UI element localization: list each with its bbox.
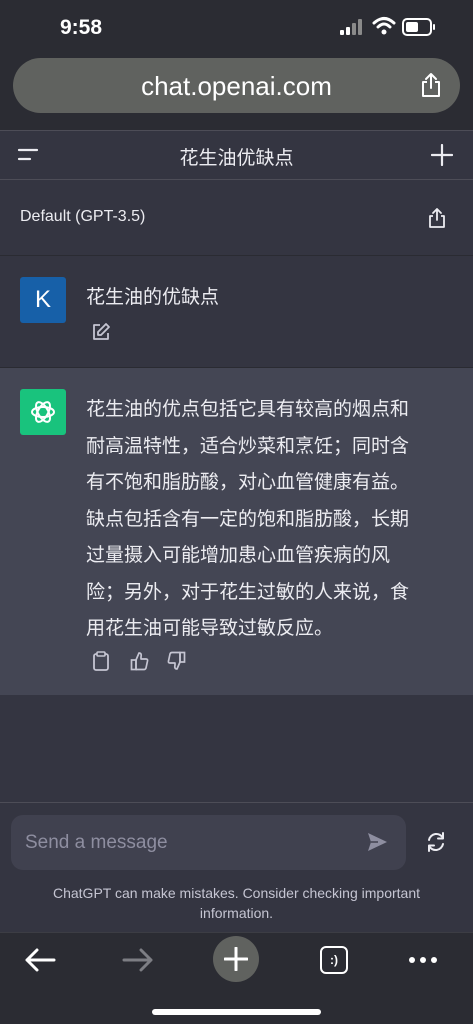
thumbs-down-icon[interactable] bbox=[166, 651, 186, 671]
browser-toolbar: chat.openai.com bbox=[0, 56, 473, 130]
message-line: 过量摄入可能增加患心血管疾病的风 bbox=[86, 545, 391, 566]
battery-icon bbox=[402, 18, 436, 36]
user-message-text: 花生油的优缺点 bbox=[86, 287, 220, 308]
url-text: chat.openai.com bbox=[141, 71, 332, 101]
arrow-right-icon[interactable] bbox=[122, 947, 154, 973]
message-input[interactable] bbox=[25, 829, 345, 857]
message-line: 耐高温特性，适合炒菜和烹饪；同时含 bbox=[86, 435, 410, 457]
share-icon[interactable] bbox=[420, 72, 442, 98]
home-indicator bbox=[152, 1009, 321, 1015]
thumbs-up-icon[interactable] bbox=[130, 651, 150, 671]
status-bar: 9:58 bbox=[0, 0, 473, 56]
tabs-button[interactable]: :) bbox=[320, 946, 348, 974]
disclaimer-text: ChatGPT can make mistakes. Consider chec… bbox=[52, 885, 420, 921]
chatgpt-logo-icon bbox=[20, 389, 66, 435]
plus-icon bbox=[224, 947, 248, 971]
address-bar[interactable]: chat.openai.com bbox=[13, 58, 460, 113]
assistant-message-text: 花生油的优点包括它具有较高的烟点和 耐高温特性，适合炒菜和烹饪；同时含 有不饱和… bbox=[86, 392, 446, 648]
arrow-left-icon[interactable] bbox=[24, 947, 56, 973]
composer-area: ChatGPT can make mistakes. Consider chec… bbox=[0, 802, 473, 932]
message-line: 有不饱和脂肪酸，对心血管健康有益。 bbox=[86, 472, 410, 493]
status-time: 9:58 bbox=[60, 16, 103, 39]
new-tab-button[interactable] bbox=[213, 936, 259, 982]
avatar: K bbox=[20, 277, 66, 323]
message-line: 缺点包括含有一定的饱和脂肪酸，长期 bbox=[86, 508, 410, 530]
chat-header: 花生油优缺点 bbox=[0, 130, 473, 180]
clipboard-icon[interactable] bbox=[92, 651, 110, 671]
edit-icon[interactable] bbox=[91, 322, 111, 342]
chat-title: 花生油优缺点 bbox=[179, 148, 294, 169]
cellular-signal-icon bbox=[340, 19, 366, 35]
message-line: 险；另外，对于花生过敏的人来说，食 bbox=[86, 581, 410, 603]
message-line: 花生油的优点包括它具有较高的烟点和 bbox=[86, 399, 410, 420]
model-info-row: Default (GPT-3.5) bbox=[0, 180, 473, 256]
user-message: K 花生油的优缺点 bbox=[0, 256, 473, 368]
plus-icon[interactable] bbox=[431, 144, 453, 166]
message-line: 用花生油可能导致过敏反应。 bbox=[86, 618, 334, 639]
wifi-icon bbox=[372, 16, 396, 36]
assistant-message: 花生油的优点包括它具有较高的烟点和 耐高温特性，适合炒菜和烹饪；同时含 有不饱和… bbox=[0, 368, 473, 695]
model-label: Default (GPT-3.5) bbox=[20, 208, 146, 225]
more-icon[interactable] bbox=[408, 956, 438, 964]
share-icon[interactable] bbox=[427, 207, 447, 229]
send-icon[interactable] bbox=[366, 831, 388, 853]
browser-bottom-bar: :) bbox=[0, 932, 473, 1024]
message-composer bbox=[11, 815, 406, 870]
refresh-icon[interactable] bbox=[425, 831, 447, 853]
